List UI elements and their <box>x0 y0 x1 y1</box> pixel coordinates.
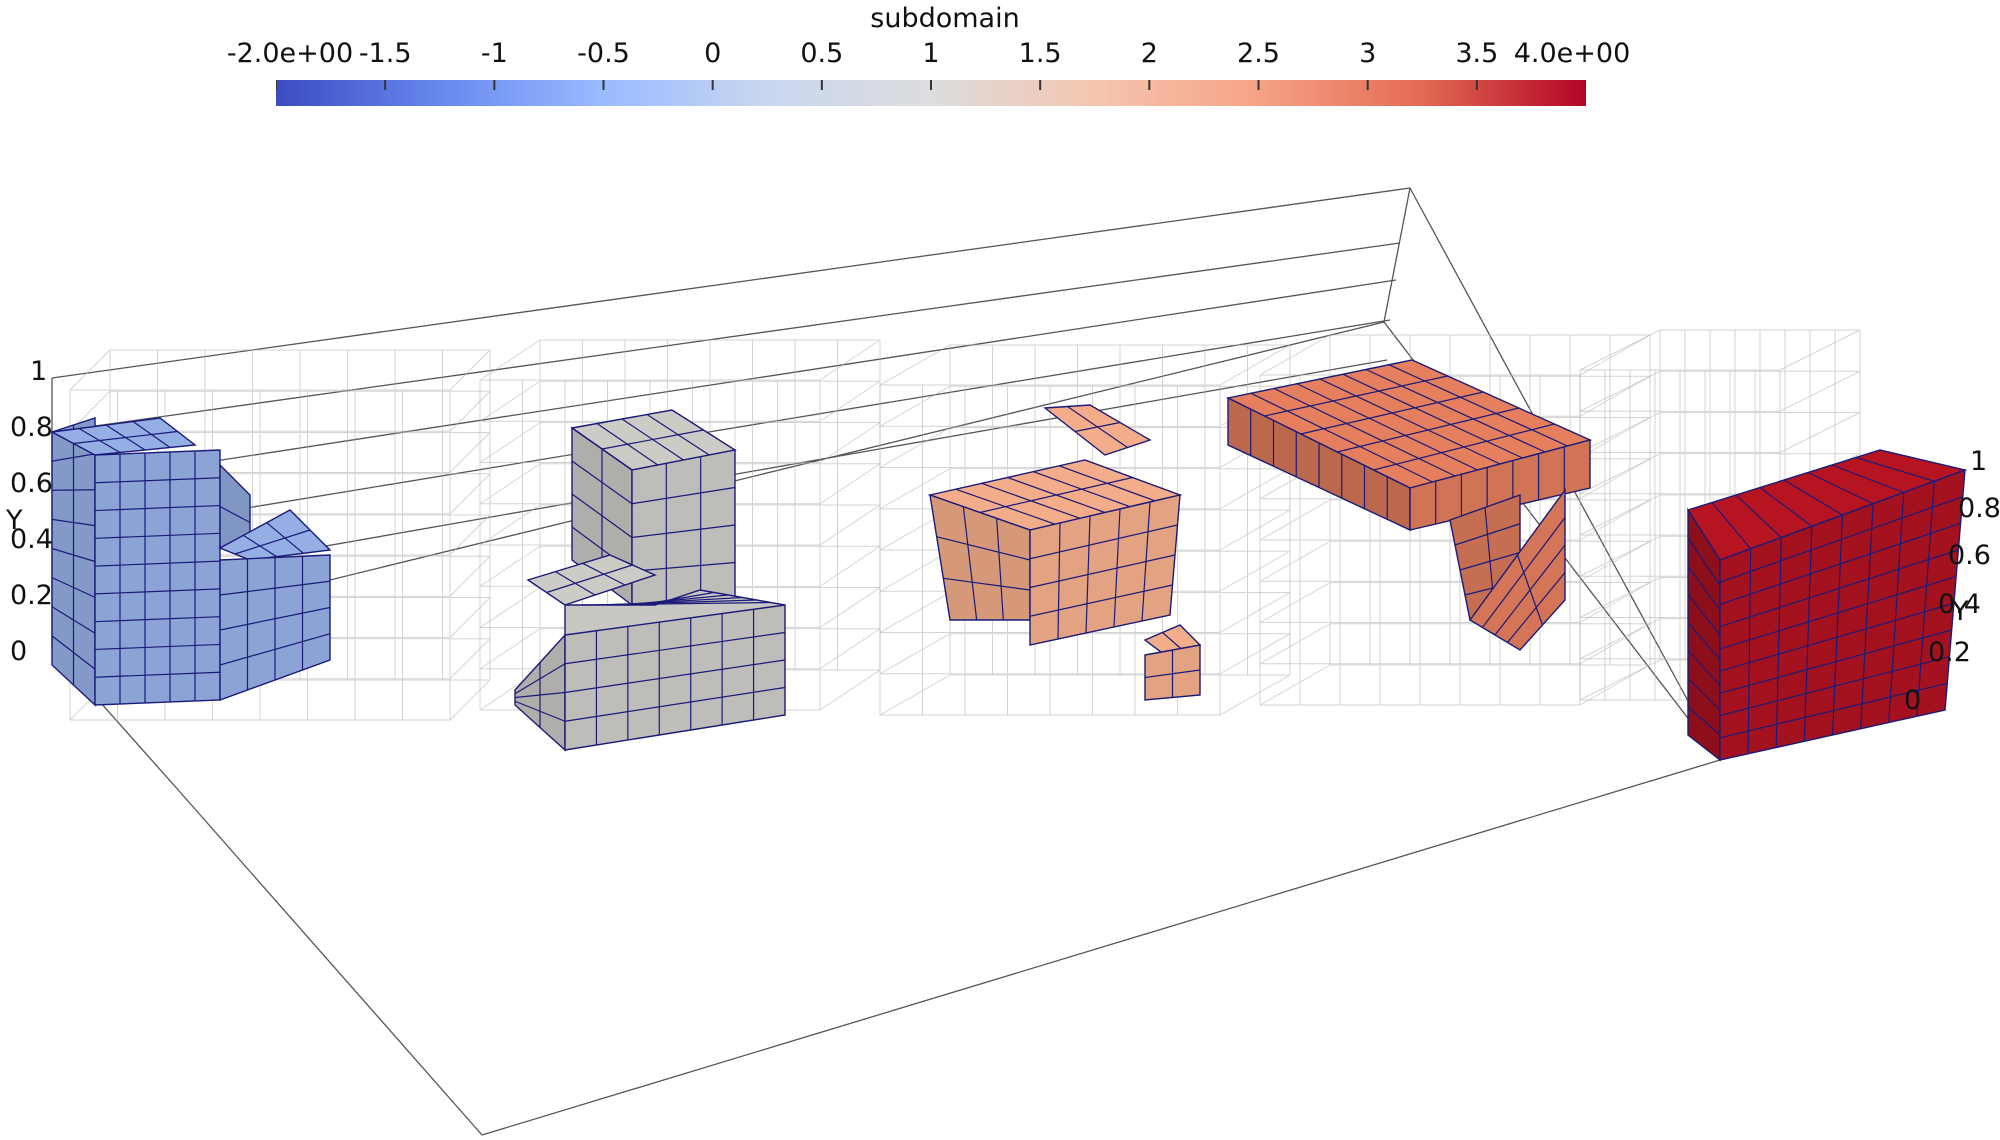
right-y-tick-label: 0.6 <box>1948 540 1991 571</box>
3d-scene[interactable] <box>0 0 2000 1140</box>
render-view[interactable]: subdomain -2.0e+00 -1.5 -1 -0.5 0 0.5 1 1.5 2 2.5… <box>0 0 2000 1140</box>
bounding-box-line <box>1383 187 1411 323</box>
voxel-face-blue <box>51 417 96 707</box>
right-y-tick-label: 0.2 <box>1928 637 1971 668</box>
voxel-face-grey <box>631 449 736 606</box>
bounding-box-line <box>179 791 483 1136</box>
left-y-tick-label: 0.2 <box>10 580 53 611</box>
right-y-tick-label: 0 <box>1904 685 1922 716</box>
left-y-axis-title: Y <box>6 505 23 536</box>
bounding-box-line <box>481 759 1721 1136</box>
voxel-face-peach <box>1043 404 1152 456</box>
left-y-tick-label: 0.8 <box>10 412 53 443</box>
left-y-tick-label: 1 <box>30 356 48 387</box>
right-y-tick-label: 0.8 <box>1958 493 2000 524</box>
left-y-tick-label: 0 <box>10 636 28 667</box>
bounding-box-line <box>51 242 1401 433</box>
voxel-face-blue <box>94 449 221 706</box>
voxel-face-peach <box>1144 644 1201 701</box>
right-y-tick-label: 1 <box>1970 446 1988 477</box>
right-y-axis-title: Y <box>1952 596 1969 627</box>
left-y-tick-label: 0.6 <box>10 468 53 499</box>
